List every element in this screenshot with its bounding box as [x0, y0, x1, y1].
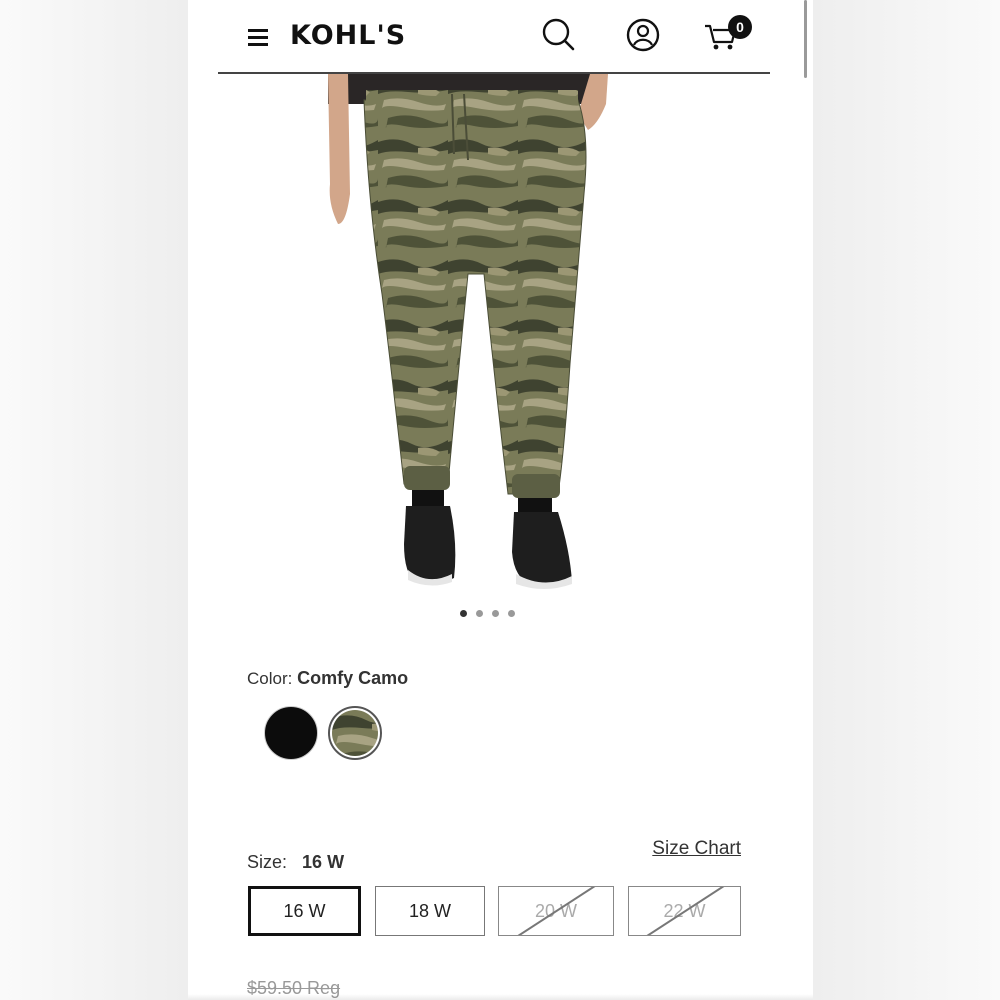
selected-color-value: Comfy Camo	[297, 668, 409, 688]
selected-size-value: 16 W	[302, 852, 345, 872]
size-label: Size:	[247, 852, 288, 872]
carousel-dot[interactable]	[492, 610, 499, 617]
right-backdrop	[813, 0, 1000, 1000]
site-header: KOHL'S 0	[218, 0, 770, 74]
left-backdrop	[0, 0, 188, 1000]
size-option-label: 16 W	[283, 901, 326, 921]
size-selector-label: Size: 16 W	[247, 852, 344, 873]
cart-count-badge: 0	[728, 15, 752, 39]
hamburger-menu-icon[interactable]	[248, 28, 270, 46]
carousel-dot[interactable]	[508, 610, 515, 617]
color-swatch-comfy-camo[interactable]	[328, 706, 382, 760]
scrollbar[interactable]	[804, 0, 807, 78]
product-image[interactable]	[308, 74, 648, 594]
color-label: Color:	[247, 669, 293, 688]
bottom-shadow	[188, 994, 813, 1000]
unavailable-slash	[633, 887, 736, 935]
unavailable-slash	[505, 887, 607, 935]
kohls-logo[interactable]: KOHL'S	[290, 20, 406, 51]
carousel-dot[interactable]	[460, 610, 467, 617]
size-option-22w-unavailable[interactable]: 22 W	[628, 886, 741, 936]
color-swatch-black[interactable]	[264, 706, 318, 760]
carousel-dot[interactable]	[476, 610, 483, 617]
size-option-20w-unavailable[interactable]: 20 W	[498, 886, 614, 936]
size-option-18w[interactable]: 18 W	[375, 886, 485, 936]
product-page: KOHL'S 0 Color: Comfy Camo Size: 16 W Si…	[188, 0, 813, 1000]
color-selector-label: Color: Comfy Camo	[247, 668, 408, 689]
size-chart-link[interactable]: Size Chart	[652, 838, 741, 860]
size-option-16w[interactable]: 16 W	[248, 886, 361, 936]
image-carousel-dots	[460, 604, 524, 617]
search-icon[interactable]	[540, 16, 578, 54]
account-icon[interactable]	[624, 16, 662, 54]
size-option-label: 18 W	[408, 901, 451, 921]
